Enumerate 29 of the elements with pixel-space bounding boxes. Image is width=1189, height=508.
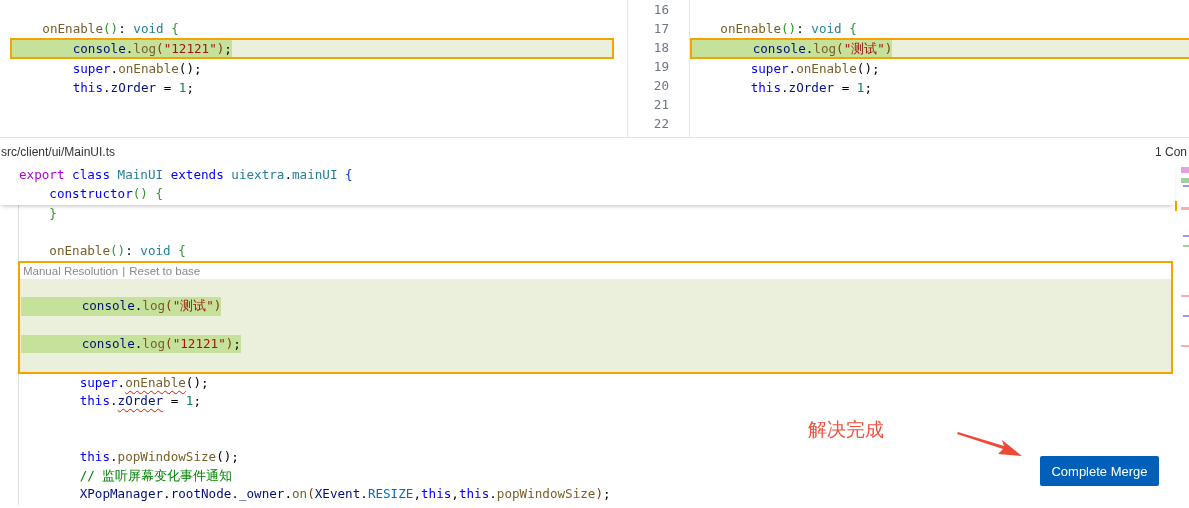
code-line: this.zOrder = 1;: [749, 79, 873, 97]
annotation-text: 解决完成: [808, 417, 884, 442]
code-line: this.zOrder = 1;: [78, 392, 202, 411]
code-line: super.onEnable();: [71, 60, 202, 78]
line-number: 22: [653, 115, 669, 133]
codelens-link[interactable]: Reset to base: [129, 262, 201, 279]
line-number: 19: [653, 58, 669, 76]
complete-merge-button[interactable]: Complete Merge: [1040, 456, 1159, 486]
line-number: 17: [653, 20, 669, 38]
code-line: }: [48, 205, 57, 223]
line-number: 16: [653, 1, 669, 19]
code-line: super.onEnable();: [749, 60, 880, 78]
code-line: onEnable(): void {: [719, 20, 857, 38]
code-line: this.popWindowSize();: [78, 448, 239, 467]
line-number: 18: [653, 39, 669, 57]
code-line: onEnable(): void {: [41, 20, 179, 38]
code-line: onEnable(): void {: [48, 242, 186, 261]
codelens-link[interactable]: Manual Resolution: [23, 262, 119, 279]
separator-text: |: [122, 263, 126, 279]
code-line: super.onEnable();: [78, 373, 209, 392]
line-number: 21: [653, 96, 669, 114]
code-line: export class MainUI extends uiextra.mainUI {: [19, 166, 353, 184]
line-number: 20: [653, 77, 669, 95]
conflict-count: 1 Con: [1154, 144, 1187, 159]
file-path: src/client/ui/MainUI.ts: [1, 144, 116, 159]
code-line: constructor() {: [48, 185, 164, 203]
code-line: this.zOrder = 1;: [71, 79, 195, 97]
code-line: // 监听屏幕变化事件通知: [78, 466, 233, 485]
code-line: XPopManager.rootNode._owner.on(XEvent.RESIZE,this,this.popWindowSize);: [78, 485, 611, 504]
